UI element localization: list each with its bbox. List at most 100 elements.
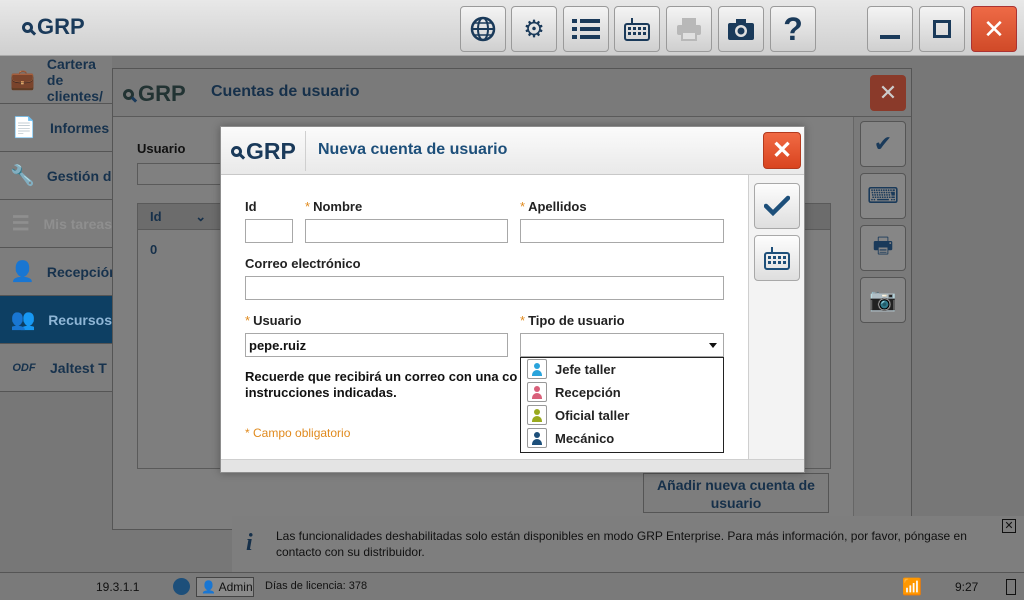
correo-label: Correo electrónico — [245, 256, 361, 271]
camera-icon: 📷 — [869, 287, 897, 312]
nombre-label: * Nombre — [305, 199, 363, 214]
close-icon: ✕ — [878, 80, 898, 105]
logo-magnifier-icon — [22, 21, 33, 33]
odf-icon: ODF — [12, 361, 36, 374]
person-icon: 👤 — [10, 261, 35, 283]
camera-button[interactable]: 📷 — [860, 277, 906, 323]
people-icon: 👥 — [10, 309, 36, 331]
info-text: Las funcionalidades deshabilitadas solo … — [276, 529, 967, 559]
print-button[interactable] — [666, 6, 712, 52]
clock: 9:27 — [955, 580, 979, 594]
close-icon: ✕ — [771, 137, 793, 164]
save-button[interactable] — [754, 183, 800, 229]
keyboard-icon — [764, 247, 790, 270]
keyboard-button[interactable] — [614, 6, 660, 52]
user-type-dropdown: Jefe taller Recepción Oficial taller Mec… — [520, 357, 724, 453]
sidebar: 💼 Cartera de clientes/ 📄 Informes 🔧 Gest… — [0, 56, 112, 392]
recepcion-icon — [527, 382, 547, 402]
id-label: Id — [245, 199, 257, 214]
globe-button[interactable] — [460, 6, 506, 52]
list-icon — [572, 19, 600, 39]
jefe-taller-icon — [527, 359, 547, 379]
sidebar-item-informes[interactable]: 📄 Informes — [0, 104, 112, 152]
document-icon: 📄 — [11, 117, 37, 139]
wifi-icon: 📶 — [902, 579, 922, 596]
minimize-button[interactable] — [867, 6, 913, 52]
gear-icon: ⚙ — [523, 15, 545, 43]
list-button[interactable] — [563, 6, 609, 52]
minimize-icon — [880, 35, 900, 39]
username-field[interactable] — [245, 333, 508, 357]
help-button[interactable]: ? — [770, 6, 816, 52]
new-user-account-modal: GRP Nueva cuenta de usuario ✕ Id * Nombre… — [220, 126, 805, 473]
close-icon: ✕ — [1004, 520, 1014, 532]
user-accounts-close-button[interactable]: ✕ — [870, 75, 906, 111]
modal-close-button[interactable]: ✕ — [763, 132, 801, 169]
tasks-icon: ☰ — [11, 213, 30, 235]
modal-header: GRP Nueva cuenta de usuario ✕ — [221, 127, 804, 175]
version-label: 19.3.1.1 — [96, 580, 140, 594]
id-field[interactable] — [245, 219, 293, 243]
user-type-option-oficial-taller[interactable]: Oficial taller — [527, 405, 629, 425]
user-type-option-jefe-taller[interactable]: Jefe taller — [527, 359, 616, 379]
modal-actions — [748, 175, 804, 459]
logo-magnifier-icon — [123, 88, 134, 100]
required-field-note: * Campo obligatorio — [245, 426, 351, 440]
camera-icon — [728, 19, 754, 40]
info-icon: i — [246, 530, 253, 556]
user-accounts-actions: ✔ ⌨ 🖶 📷 — [853, 117, 911, 517]
maximize-icon — [933, 20, 951, 38]
chevron-down-icon: ⌄ — [195, 209, 207, 224]
usuario-label: * Usuario — [245, 313, 302, 328]
app-logo: GRP — [22, 14, 85, 40]
checkmark-icon — [764, 195, 790, 217]
apellidos-field[interactable] — [520, 219, 724, 243]
sidebar-item-cartera[interactable]: 💼 Cartera de clientes/ — [0, 56, 112, 104]
header-divider — [305, 131, 306, 171]
sidebar-item-recursos[interactable]: 👥 Recursos — [0, 296, 112, 344]
user-filter-label: Usuario — [137, 141, 186, 156]
keyboard-icon: ⌨ — [867, 183, 899, 208]
info-close-button[interactable]: ✕ — [1002, 519, 1016, 533]
user-accounts-title: Cuentas de usuario — [211, 83, 360, 100]
user-accounts-header: GRP Cuentas de usuario ✕ — [113, 69, 911, 117]
sidebar-item-jaltest[interactable]: ODF Jaltest T — [0, 344, 112, 392]
settings-button[interactable]: ⚙ — [511, 6, 557, 52]
nombre-field[interactable] — [305, 219, 508, 243]
app-toolbar: GRP ⚙ ? ✕ — [0, 0, 1024, 56]
sidebar-item-mis-tareas[interactable]: ☰ Mis tareas — [0, 200, 112, 248]
user-filter-input[interactable] — [137, 163, 227, 185]
logo-magnifier-icon — [231, 146, 242, 157]
email-field[interactable] — [245, 276, 724, 300]
email-notice: Recuerde que recibirá un correo con una … — [245, 369, 518, 400]
print-button[interactable]: 🖶 — [860, 225, 906, 271]
modal-logo: GRP — [231, 138, 296, 165]
status-bar: 19.3.1.1 👤 Admin Días de licencia: 378 📶… — [0, 572, 1024, 600]
oficial-taller-icon — [527, 405, 547, 425]
apellidos-label: * Apellidos — [520, 199, 587, 214]
battery-icon — [1006, 579, 1016, 595]
close-app-button[interactable]: ✕ — [971, 6, 1017, 52]
user-badge[interactable]: 👤 Admin — [196, 577, 254, 597]
keyboard-button[interactable]: ⌨ — [860, 173, 906, 219]
add-user-account-button[interactable]: Añadir nueva cuenta de usuario — [643, 473, 829, 513]
close-icon: ✕ — [983, 13, 1005, 44]
printer-icon: 🖶 — [872, 233, 894, 258]
user-type-option-recepcion[interactable]: Recepción — [527, 382, 621, 402]
camera-button[interactable] — [718, 6, 764, 52]
accept-button[interactable]: ✔ — [860, 121, 906, 167]
user-type-option-mecanico[interactable]: Mecánico — [527, 428, 614, 448]
user-type-select[interactable] — [520, 333, 724, 357]
user-icon: 👤 — [201, 580, 216, 594]
keyboard-icon — [624, 18, 650, 41]
globe-icon — [470, 16, 496, 42]
tipo-usuario-label: * Tipo de usuario — [520, 313, 625, 328]
sidebar-item-gestion[interactable]: 🔧 Gestión de — [0, 152, 112, 200]
sync-icon — [173, 578, 190, 595]
sidebar-item-recepcion[interactable]: 👤 Recepción — [0, 248, 112, 296]
keyboard-button[interactable] — [754, 235, 800, 281]
info-banner: i Las funcionalidades deshabilitadas sol… — [232, 516, 1024, 572]
wrench-icon: 🔧 — [10, 165, 35, 187]
license-days: Días de licencia: 378 — [265, 580, 368, 592]
maximize-button[interactable] — [919, 6, 965, 52]
